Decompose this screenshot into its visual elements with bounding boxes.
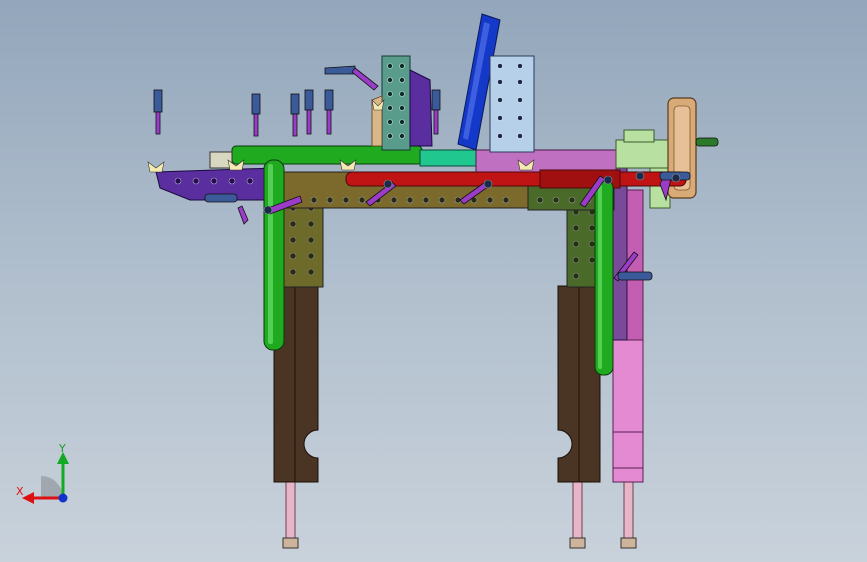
y-axis-label: Y xyxy=(59,442,66,455)
cad-viewport[interactable]: X Y xyxy=(0,0,867,562)
fixture-assembly-model[interactable] xyxy=(0,0,867,562)
brown-legs[interactable] xyxy=(273,285,601,483)
coordinate-triad: X Y xyxy=(12,440,82,510)
green-vertical-tube-left[interactable] xyxy=(263,159,285,351)
red-long-tube[interactable] xyxy=(345,169,687,189)
olive-column-left[interactable] xyxy=(282,194,324,288)
axis-triad-icon xyxy=(22,452,69,504)
green-vertical-tube-right[interactable] xyxy=(594,179,614,376)
x-axis-label: X xyxy=(16,485,24,498)
light-blue-locator-block[interactable] xyxy=(489,55,535,153)
